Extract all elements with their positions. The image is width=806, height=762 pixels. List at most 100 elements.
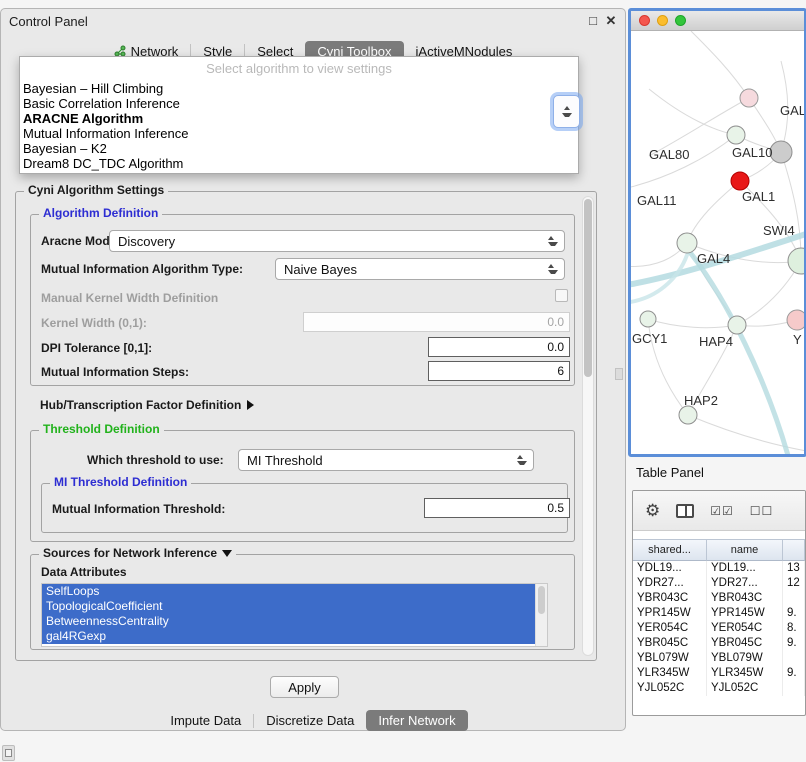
cell[interactable]: [783, 651, 805, 666]
columns-icon[interactable]: [676, 504, 694, 518]
close-traffic-light-icon[interactable]: [639, 15, 650, 26]
cell[interactable]: YER054C: [707, 621, 783, 636]
mi-steps-input[interactable]: 6: [428, 361, 570, 381]
column-header-name[interactable]: name: [707, 540, 783, 561]
cell[interactable]: YDR27...: [633, 576, 707, 591]
cyni-settings-frame: Cyni Algorithm Settings Algorithm Defini…: [15, 191, 597, 661]
attribute-item-selected[interactable]: TopologicalCoefficient: [42, 599, 535, 614]
combo-down-arrow-icon: [562, 113, 572, 117]
table-body: YDL19... YDL19... 13 YDR27... YDR27... 1…: [633, 561, 805, 696]
cell[interactable]: [783, 591, 805, 606]
cell[interactable]: [783, 681, 805, 696]
threshold-select[interactable]: MI Threshold: [238, 449, 534, 471]
cell[interactable]: YDR27...: [707, 576, 783, 591]
cell[interactable]: YPR145W: [707, 606, 783, 621]
table-row[interactable]: YJL052C YJL052C: [633, 681, 805, 696]
select-all-checks-icon[interactable]: ☑☑: [710, 505, 734, 517]
attribute-item-selected[interactable]: gal4RGexp: [42, 629, 535, 644]
combo-arrows-icon: [517, 455, 527, 465]
threshold-definition-title: Threshold Definition: [39, 422, 164, 436]
kernel-width-value: 0.0: [547, 315, 564, 329]
dropdown-item-selected[interactable]: ARACNE Algorithm: [20, 111, 578, 126]
kernel-width-input[interactable]: 0.0: [303, 312, 570, 332]
manual-kernel-checkbox[interactable]: [555, 289, 568, 302]
cell[interactable]: YBR045C: [633, 636, 707, 651]
minimized-panel-tab[interactable]: [2, 745, 15, 761]
cell[interactable]: YDL19...: [707, 561, 783, 576]
column-header-partial[interactable]: [783, 540, 805, 561]
mi-threshold-value: 0.5: [547, 501, 564, 515]
tab-infer-network[interactable]: Infer Network: [366, 710, 467, 731]
table-row[interactable]: YBL079W YBL079W: [633, 651, 805, 666]
table-row[interactable]: YBR043C YBR043C: [633, 591, 805, 606]
table-panel-titlebar: Table Panel: [628, 460, 806, 484]
table-row[interactable]: YPR145W YPR145W 9.: [633, 606, 805, 621]
collapse-down-icon: [222, 550, 232, 557]
cell[interactable]: YBL079W: [707, 651, 783, 666]
cell[interactable]: YBL079W: [633, 651, 707, 666]
mi-threshold-input[interactable]: 0.5: [424, 498, 570, 518]
splitter-handle[interactable]: [615, 368, 623, 380]
tab-impute-data[interactable]: Impute Data: [158, 710, 253, 731]
cell[interactable]: YPR145W: [633, 606, 707, 621]
algorithm-combobox-button[interactable]: [553, 95, 580, 128]
cell[interactable]: 9.: [783, 636, 805, 651]
gear-icon[interactable]: ⚙: [645, 502, 660, 519]
scrollbar-thumb[interactable]: [584, 199, 592, 377]
apply-button[interactable]: Apply: [270, 676, 339, 698]
attribute-item-selected[interactable]: BetweennessCentrality: [42, 614, 535, 629]
cell[interactable]: 13: [783, 561, 805, 576]
hub-definition-expander[interactable]: Hub/Transcription Factor Definition: [40, 398, 254, 412]
table-row[interactable]: YDR27... YDR27... 12: [633, 576, 805, 591]
table-row[interactable]: YBR045C YBR045C 9.: [633, 636, 805, 651]
cell[interactable]: YLR345W: [633, 666, 707, 681]
dpi-tolerance-input[interactable]: 0.0: [428, 337, 570, 357]
tab-discretize-data[interactable]: Discretize Data: [254, 710, 366, 731]
mi-steps-value: 6: [557, 364, 564, 378]
tab-label: Impute Data: [170, 713, 241, 728]
algorithm-definition-title: Algorithm Definition: [39, 206, 162, 220]
dropdown-item[interactable]: Bayesian – Hill Climbing: [20, 81, 578, 96]
mi-type-label: Mutual Information Algorithm Type:: [41, 262, 243, 276]
table-header: shared... name: [633, 539, 805, 561]
minimize-traffic-light-icon[interactable]: [657, 15, 668, 26]
list-scrollbar[interactable]: [535, 584, 547, 646]
table-row[interactable]: YLR345W YLR345W 9.: [633, 666, 805, 681]
cell[interactable]: YER054C: [633, 621, 707, 636]
cell[interactable]: 9.: [783, 666, 805, 681]
aracne-mode-select[interactable]: Discovery: [109, 230, 565, 252]
mi-threshold-group: MI Threshold Definition Mutual Informati…: [41, 483, 568, 533]
mi-type-select[interactable]: Naive Bayes: [275, 258, 565, 280]
cell[interactable]: 8.: [783, 621, 805, 636]
zoom-traffic-light-icon[interactable]: [675, 15, 686, 26]
table-row[interactable]: YER054C YER054C 8.: [633, 621, 805, 636]
attribute-item-selected[interactable]: SelfLoops: [42, 584, 535, 599]
settings-scrollbar[interactable]: [582, 196, 594, 656]
cell[interactable]: YJL052C: [707, 681, 783, 696]
data-attributes-list[interactable]: SelfLoops TopologicalCoefficient Between…: [41, 583, 548, 647]
network-canvas[interactable]: GAL GAL80 GAL10 GAL11 GAL1 SWI4 GAL4 GCY…: [631, 31, 804, 454]
cell[interactable]: 12: [783, 576, 805, 591]
cell[interactable]: YJL052C: [633, 681, 707, 696]
dropdown-item[interactable]: Bayesian – K2: [20, 141, 578, 156]
close-panel-icon[interactable]: ✕: [603, 13, 619, 29]
float-window-icon[interactable]: □: [585, 13, 601, 28]
dropdown-item[interactable]: Dream8 DC_TDC Algorithm: [20, 156, 578, 171]
cell[interactable]: YBR043C: [707, 591, 783, 606]
dropdown-item[interactable]: Basic Correlation Inference: [20, 96, 578, 111]
list-scrollbar-thumb[interactable]: [538, 586, 545, 614]
cell[interactable]: YBR045C: [707, 636, 783, 651]
control-panel-window: Control Panel □ ✕ Network Style Select C…: [0, 8, 626, 731]
cell[interactable]: YBR043C: [633, 591, 707, 606]
dropdown-item[interactable]: Mutual Information Inference: [20, 126, 578, 141]
table-row[interactable]: YDL19... YDL19... 13: [633, 561, 805, 576]
sources-collapse-header[interactable]: Sources for Network Inference: [39, 546, 236, 560]
deselect-all-checks-icon[interactable]: ☐☐: [750, 505, 774, 517]
cell[interactable]: YDL19...: [633, 561, 707, 576]
column-header-shared[interactable]: shared...: [633, 540, 707, 561]
network-window-titlebar[interactable]: [631, 11, 804, 31]
cell[interactable]: YLR345W: [707, 666, 783, 681]
manual-kernel-label: Manual Kernel Width Definition: [41, 291, 218, 305]
cell[interactable]: 9.: [783, 606, 805, 621]
threshold-value: MI Threshold: [247, 453, 323, 468]
